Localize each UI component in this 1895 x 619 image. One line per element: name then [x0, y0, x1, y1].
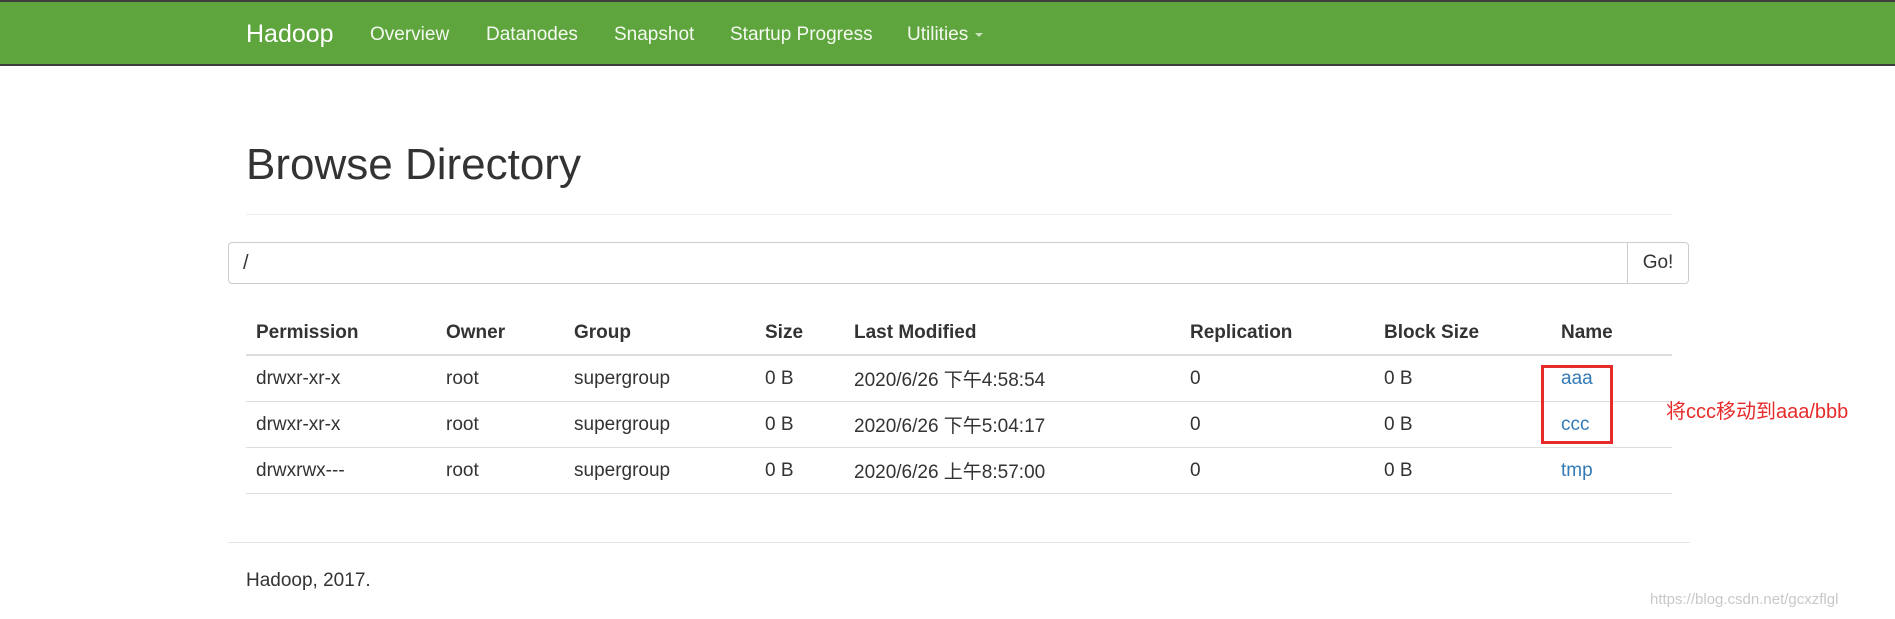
nav-utilities-label: Utilities	[907, 24, 969, 45]
cell-last-modified: 2020/6/26 上午8:57:00	[844, 447, 1180, 494]
cell-permission: drwxrwx---	[246, 447, 436, 494]
cell-permission: drwxr-xr-x	[246, 355, 436, 402]
footer-divider	[228, 542, 1690, 543]
brand-link[interactable]: Hadoop	[246, 20, 334, 49]
cell-last-modified: 2020/6/26 下午4:58:54	[844, 355, 1180, 402]
annotation-highlight-box	[1541, 365, 1613, 444]
nav-utilities-dropdown[interactable]: Utilities	[907, 24, 984, 46]
cell-last-modified: 2020/6/26 下午5:04:17	[844, 401, 1180, 448]
col-header-permission[interactable]: Permission	[246, 311, 436, 356]
table-header-row: Permission Owner Group Size Last Modifie…	[246, 311, 1672, 356]
top-navbar: Hadoop Overview Datanodes Snapshot Start…	[0, 0, 1895, 66]
nav-overview[interactable]: Overview	[370, 24, 449, 46]
nav-startup-progress[interactable]: Startup Progress	[730, 24, 873, 46]
cell-owner: root	[436, 401, 564, 448]
nav-datanodes[interactable]: Datanodes	[486, 24, 578, 46]
page-title: Browse Directory	[246, 140, 581, 189]
footer-copyright: Hadoop, 2017.	[246, 570, 371, 591]
directory-path-input[interactable]	[228, 242, 1628, 284]
cell-owner: root	[436, 355, 564, 402]
watermark: https://blog.csdn.net/gcxzflgl	[1650, 591, 1839, 608]
cell-permission: drwxr-xr-x	[246, 401, 436, 448]
cell-group: supergroup	[564, 447, 755, 494]
cell-group: supergroup	[564, 355, 755, 402]
chevron-down-icon	[975, 32, 984, 37]
folder-link-tmp[interactable]: tmp	[1561, 460, 1593, 481]
annotation-note: 将ccc移动到aaa/bbb	[1666, 401, 1849, 423]
col-header-replication[interactable]: Replication	[1180, 311, 1374, 356]
table-row: drwxr-xr-x root supergroup 0 B 2020/6/26…	[246, 401, 1672, 448]
col-header-last-modified[interactable]: Last Modified	[844, 311, 1180, 356]
cell-size: 0 B	[755, 401, 844, 448]
cell-size: 0 B	[755, 447, 844, 494]
cell-size: 0 B	[755, 355, 844, 402]
cell-owner: root	[436, 447, 564, 494]
cell-replication: 0	[1180, 355, 1374, 402]
cell-block-size: 0 B	[1374, 401, 1551, 448]
col-header-name[interactable]: Name	[1551, 311, 1672, 356]
nav-snapshot[interactable]: Snapshot	[614, 24, 694, 46]
directory-table: Permission Owner Group Size Last Modifie…	[246, 311, 1672, 494]
cell-replication: 0	[1180, 447, 1374, 494]
col-header-size[interactable]: Size	[755, 311, 844, 356]
col-header-block-size[interactable]: Block Size	[1374, 311, 1551, 356]
table-row: drwxr-xr-x root supergroup 0 B 2020/6/26…	[246, 355, 1672, 402]
cell-block-size: 0 B	[1374, 355, 1551, 402]
title-divider	[246, 214, 1672, 215]
go-button[interactable]: Go!	[1627, 242, 1689, 284]
cell-group: supergroup	[564, 401, 755, 448]
table-row: drwxrwx--- root supergroup 0 B 2020/6/26…	[246, 447, 1672, 494]
cell-block-size: 0 B	[1374, 447, 1551, 494]
cell-replication: 0	[1180, 401, 1374, 448]
col-header-group[interactable]: Group	[564, 311, 755, 356]
col-header-owner[interactable]: Owner	[436, 311, 564, 356]
cell-name: tmp	[1551, 447, 1672, 494]
